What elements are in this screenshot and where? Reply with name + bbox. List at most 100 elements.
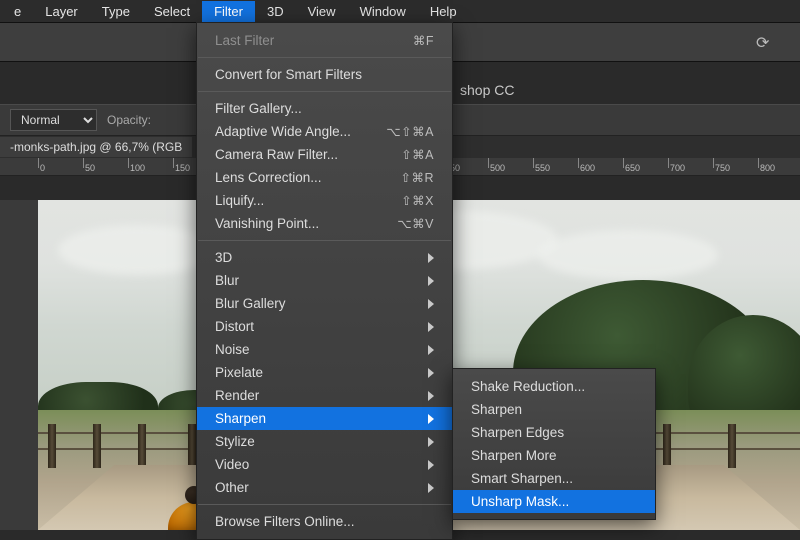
blend-mode-select[interactable]: Normal bbox=[10, 109, 97, 131]
ruler-tick-label: 0 bbox=[40, 163, 45, 173]
menubar-item-help[interactable]: Help bbox=[418, 1, 469, 22]
submenu-arrow-icon bbox=[428, 391, 434, 401]
ruler-tick-label: 600 bbox=[580, 163, 595, 173]
app-name-partial: shop CC bbox=[460, 82, 514, 98]
submenu-arrow-icon bbox=[428, 276, 434, 286]
menu-item-label: 3D bbox=[215, 250, 232, 265]
menu-item-shortcut: ⇧⌘A bbox=[401, 147, 434, 162]
opacity-label: Opacity: bbox=[107, 113, 151, 127]
menu-item-convert-smart-filters[interactable]: Convert for Smart Filters bbox=[197, 63, 452, 86]
menubar-item-layer[interactable]: Layer bbox=[33, 1, 90, 22]
menu-item-render[interactable]: Render bbox=[197, 384, 452, 407]
menu-item-label: Stylize bbox=[215, 434, 255, 449]
menu-item-shortcut: ⇧⌘R bbox=[400, 170, 434, 185]
menu-item-label: Pixelate bbox=[215, 365, 263, 380]
menu-item-label: Filter Gallery... bbox=[215, 101, 302, 116]
menu-item-vanishing-point[interactable]: Vanishing Point... ⌥⌘V bbox=[197, 212, 452, 235]
menu-item-adaptive-wide-angle[interactable]: Adaptive Wide Angle... ⌥⇧⌘A bbox=[197, 120, 452, 143]
menubar-item-select[interactable]: Select bbox=[142, 1, 202, 22]
menu-item-liquify[interactable]: Liquify... ⇧⌘X bbox=[197, 189, 452, 212]
menu-item-lens-correction[interactable]: Lens Correction... ⇧⌘R bbox=[197, 166, 452, 189]
menu-item-label: Camera Raw Filter... bbox=[215, 147, 338, 162]
menu-item-camera-raw-filter[interactable]: Camera Raw Filter... ⇧⌘A bbox=[197, 143, 452, 166]
submenu-item-sharpen[interactable]: Sharpen bbox=[453, 398, 655, 421]
ruler-tick-label: 650 bbox=[625, 163, 640, 173]
menu-item-d[interactable]: 3D bbox=[197, 246, 452, 269]
menu-item-distort[interactable]: Distort bbox=[197, 315, 452, 338]
sharpen-submenu: Shake Reduction... Sharpen Sharpen Edges Sh… bbox=[452, 368, 656, 520]
menu-item-sharpen[interactable]: Sharpen bbox=[197, 407, 452, 430]
menu-item-stylize[interactable]: Stylize bbox=[197, 430, 452, 453]
menu-item-label: Vanishing Point... bbox=[215, 216, 319, 231]
menu-separator bbox=[198, 240, 451, 241]
submenu-arrow-icon bbox=[428, 322, 434, 332]
submenu-arrow-icon bbox=[428, 483, 434, 493]
menu-item-label: Sharpen Edges bbox=[471, 425, 564, 440]
menu-item-shortcut: ⌥⌘V bbox=[397, 216, 434, 231]
ruler-tick-label: 750 bbox=[715, 163, 730, 173]
menu-item-label: Distort bbox=[215, 319, 254, 334]
submenu-item-sharpen-more[interactable]: Sharpen More bbox=[453, 444, 655, 467]
menu-item-browse-filters-online[interactable]: Browse Filters Online... bbox=[197, 510, 452, 533]
menu-item-filter-gallery[interactable]: Filter Gallery... bbox=[197, 97, 452, 120]
menubar-item-type[interactable]: Type bbox=[90, 1, 142, 22]
menu-separator bbox=[198, 91, 451, 92]
canvas-gray-margin bbox=[0, 200, 38, 530]
menu-item-pixelate[interactable]: Pixelate bbox=[197, 361, 452, 384]
menubar-item-e[interactable]: e bbox=[2, 1, 33, 22]
menu-item-label: Last Filter bbox=[215, 33, 274, 48]
menu-item-label: Lens Correction... bbox=[215, 170, 322, 185]
menubar-item-3d[interactable]: 3D bbox=[255, 1, 296, 22]
submenu-arrow-icon bbox=[428, 437, 434, 447]
menu-item-label: Sharpen bbox=[471, 402, 522, 417]
ruler-tick-label: 700 bbox=[670, 163, 685, 173]
menu-item-label: Liquify... bbox=[215, 193, 264, 208]
menu-item-shortcut: ⇧⌘X bbox=[401, 193, 434, 208]
ruler-tick-label: 50 bbox=[85, 163, 95, 173]
menu-item-video[interactable]: Video bbox=[197, 453, 452, 476]
submenu-arrow-icon bbox=[428, 368, 434, 378]
menu-item-label: Blur bbox=[215, 273, 239, 288]
menu-item-label: Browse Filters Online... bbox=[215, 514, 355, 529]
ruler-tick-label: 800 bbox=[760, 163, 775, 173]
menu-item-label: Noise bbox=[215, 342, 250, 357]
menubar-item-view[interactable]: View bbox=[296, 1, 348, 22]
menu-item-blur[interactable]: Blur bbox=[197, 269, 452, 292]
menubar: eLayerTypeSelectFilter3DViewWindowHelp bbox=[0, 0, 800, 22]
submenu-item-unsharp-mask[interactable]: Unsharp Mask... bbox=[453, 490, 655, 513]
menu-item-label: Video bbox=[215, 457, 249, 472]
menu-separator bbox=[198, 57, 451, 58]
submenu-arrow-icon bbox=[428, 460, 434, 470]
ruler-tick-label: 100 bbox=[130, 163, 145, 173]
menubar-item-window[interactable]: Window bbox=[348, 1, 418, 22]
filter-menu: Last Filter ⌘F Convert for Smart Filters… bbox=[196, 22, 453, 540]
menu-item-blur-gallery[interactable]: Blur Gallery bbox=[197, 292, 452, 315]
menu-item-label: Smart Sharpen... bbox=[471, 471, 573, 486]
ruler-tick-label: 150 bbox=[175, 163, 190, 173]
submenu-item-shake-reduction[interactable]: Shake Reduction... bbox=[453, 375, 655, 398]
menubar-item-filter[interactable]: Filter bbox=[202, 1, 255, 22]
submenu-arrow-icon bbox=[428, 299, 434, 309]
menu-item-label: Sharpen bbox=[215, 411, 266, 426]
submenu-item-smart-sharpen[interactable]: Smart Sharpen... bbox=[453, 467, 655, 490]
ruler-tick-label: 550 bbox=[535, 163, 550, 173]
menu-item-other[interactable]: Other bbox=[197, 476, 452, 499]
refresh-icon[interactable]: ⟳ bbox=[756, 33, 774, 51]
menu-item-label: Adaptive Wide Angle... bbox=[215, 124, 351, 139]
menu-item-shortcut: ⌥⇧⌘A bbox=[386, 124, 434, 139]
menu-item-label: Other bbox=[215, 480, 249, 495]
menu-item-label: Blur Gallery bbox=[215, 296, 286, 311]
menu-item-label: Sharpen More bbox=[471, 448, 557, 463]
menu-item-label: Shake Reduction... bbox=[471, 379, 585, 394]
submenu-arrow-icon bbox=[428, 414, 434, 424]
menu-item-shortcut: ⌘F bbox=[413, 33, 434, 48]
menu-item-label: Convert for Smart Filters bbox=[215, 67, 362, 82]
menu-item-label: Render bbox=[215, 388, 259, 403]
submenu-arrow-icon bbox=[428, 345, 434, 355]
document-tab[interactable]: -monks-path.jpg @ 66,7% (RGB bbox=[0, 137, 192, 157]
menu-item-noise[interactable]: Noise bbox=[197, 338, 452, 361]
menu-item-label: Unsharp Mask... bbox=[471, 494, 569, 509]
submenu-item-sharpen-edges[interactable]: Sharpen Edges bbox=[453, 421, 655, 444]
menu-separator bbox=[198, 504, 451, 505]
menu-item-last-filter[interactable]: Last Filter ⌘F bbox=[197, 29, 452, 52]
